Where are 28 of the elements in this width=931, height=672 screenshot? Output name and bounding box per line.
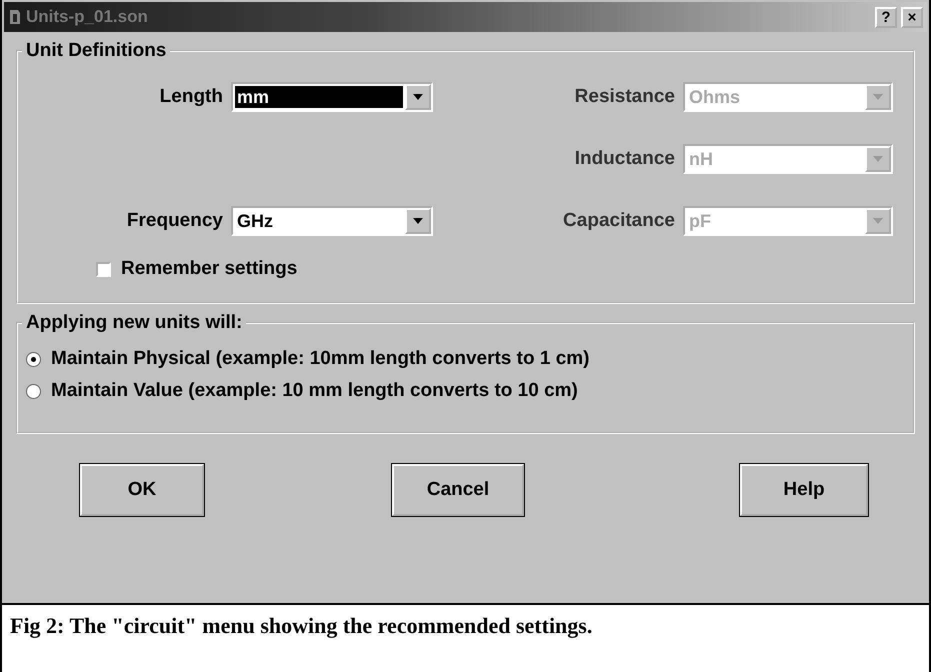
field-label: Capacitance	[563, 210, 675, 232]
figure-caption: Fig 2: The "circuit" menu showing the recommended settings.	[10, 613, 594, 639]
field-label: Frequency	[126, 210, 223, 232]
caret-icon	[873, 94, 883, 100]
close-button[interactable]: ×	[901, 6, 923, 28]
dialog-button[interactable]: Cancel	[392, 464, 524, 516]
caret-icon	[413, 94, 423, 100]
caret-icon	[413, 218, 423, 224]
radio-label: Maintain Physical (example: 10mm length converts to 1 cm)	[51, 348, 590, 370]
radio-label: Maintain Value (example: 10 mm length converts to 10 cm)	[51, 380, 578, 402]
help-button[interactable]: ?	[875, 6, 897, 28]
radio-button[interactable]	[26, 384, 41, 398]
app-icon	[8, 8, 22, 26]
window-title: Units-p_01.son	[26, 7, 149, 27]
field-label: Length	[160, 86, 223, 108]
dialog-button[interactable]: Help	[740, 464, 868, 516]
group-title: Unit Definitions	[25, 40, 168, 62]
group-title: Applying new units will:	[25, 312, 244, 334]
unit-dropdown[interactable]: mm	[231, 82, 433, 112]
caret-icon	[873, 156, 883, 162]
checkbox[interactable]	[96, 262, 111, 276]
checkbox-label: Remember settings	[121, 258, 298, 280]
dialog-button[interactable]: OK	[80, 464, 204, 516]
unit-dropdown[interactable]: GHz	[231, 206, 433, 236]
caret-icon	[873, 218, 883, 224]
radio-button[interactable]	[26, 352, 41, 366]
field-label: Inductance	[574, 148, 675, 170]
field-label: Resistance	[574, 86, 675, 108]
